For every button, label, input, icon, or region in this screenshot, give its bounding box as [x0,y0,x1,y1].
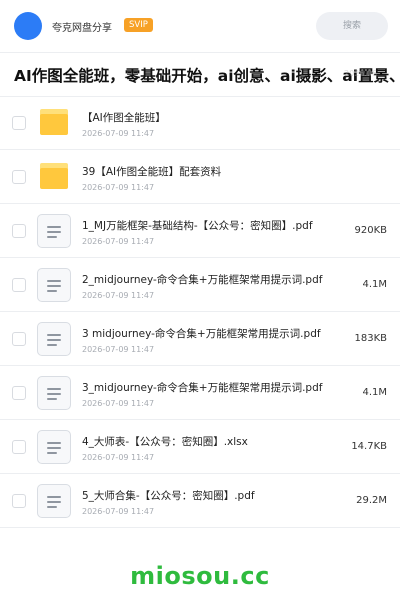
row-checkbox[interactable] [12,116,26,130]
document-icon [37,214,71,248]
file-row[interactable]: 5_大师合集-【公众号：密知圈】.pdf 2026-07-09 11:47 29… [0,474,400,528]
file-name[interactable]: 【AI作图全能班】 [82,110,334,125]
file-size: 14.7KB [351,441,387,452]
row-checkbox[interactable] [12,386,26,400]
share-title-row: AI作图全能班，零基础开始，ai创意、ai摄影、ai置景、ai制图全覆盖 202… [0,60,400,90]
top-bar: 夸克网盘分享 SVIP 搜索 [0,0,400,52]
folder-icon [40,163,68,189]
file-size: 183KB [354,333,387,344]
file-date: 2026-07-09 11:47 [82,345,155,354]
site-watermark: miosou.cc [130,562,270,590]
spreadsheet-icon [37,430,71,464]
file-size: 920KB [354,225,387,236]
file-date: 2026-07-09 11:47 [82,453,155,462]
file-name[interactable]: 39【AI作图全能班】配套资料 [82,164,334,179]
search-input[interactable]: 搜索 [316,12,388,40]
row-checkbox[interactable] [12,440,26,454]
row-checkbox[interactable] [12,224,26,238]
file-size: 29.2M [356,495,387,506]
folder-row[interactable]: 【AI作图全能班】 2026-07-09 11:47 [0,96,400,150]
file-date: 2026-07-09 11:47 [82,237,155,246]
app-name: 夸克网盘分享 [52,23,112,34]
file-name[interactable]: 4_大师表-【公众号：密知圈】.xlsx [82,434,334,449]
file-row[interactable]: 1_MJ万能框架-基础结构-【公众号：密知圈】.pdf 2026-07-09 1… [0,204,400,258]
file-name[interactable]: 3 midjourney-命令合集+万能框架常用提示词.pdf [82,326,334,341]
file-row[interactable]: 2_midjourney-命令合集+万能框架常用提示词.pdf 2026-07-… [0,258,400,312]
file-date: 2026-07-09 11:47 [82,399,155,408]
folder-row[interactable]: 39【AI作图全能班】配套资料 2026-07-09 11:47 [0,150,400,204]
file-row[interactable]: 3_midjourney-命令合集+万能框架常用提示词.pdf 2026-07-… [0,366,400,420]
row-checkbox[interactable] [12,332,26,346]
row-checkbox[interactable] [12,494,26,508]
file-name[interactable]: 5_大师合集-【公众号：密知圈】.pdf [82,488,334,503]
row-checkbox[interactable] [12,278,26,292]
share-meta: 2026.06 [344,69,378,78]
user-avatar[interactable] [14,12,42,40]
share-title: AI作图全能班，零基础开始，ai创意、ai摄影、ai置景、ai制图全覆盖 [14,67,400,85]
file-name[interactable]: 2_midjourney-命令合集+万能框架常用提示词.pdf [82,272,334,287]
file-size: 4.1M [362,279,387,290]
file-size: 4.1M [362,387,387,398]
row-checkbox[interactable] [12,170,26,184]
document-icon [37,322,71,356]
file-date: 2026-07-09 11:47 [82,183,155,192]
file-date: 2026-07-09 11:47 [82,129,155,138]
file-date: 2026-07-09 11:47 [82,507,155,516]
file-date: 2026-07-09 11:47 [82,291,155,300]
document-icon [37,376,71,410]
svip-badge: SVIP [124,18,153,32]
file-row[interactable]: 4_大师表-【公众号：密知圈】.xlsx 2026-07-09 11:47 14… [0,420,400,474]
document-icon [37,268,71,302]
file-name[interactable]: 1_MJ万能框架-基础结构-【公众号：密知圈】.pdf [82,218,334,233]
file-row[interactable]: 3 midjourney-命令合集+万能框架常用提示词.pdf 2026-07-… [0,312,400,366]
header-divider [0,52,400,53]
file-name[interactable]: 3_midjourney-命令合集+万能框架常用提示词.pdf [82,380,334,395]
folder-icon [40,109,68,135]
file-list: 【AI作图全能班】 2026-07-09 11:47 39【AI作图全能班】配套… [0,96,400,528]
document-icon [37,484,71,518]
